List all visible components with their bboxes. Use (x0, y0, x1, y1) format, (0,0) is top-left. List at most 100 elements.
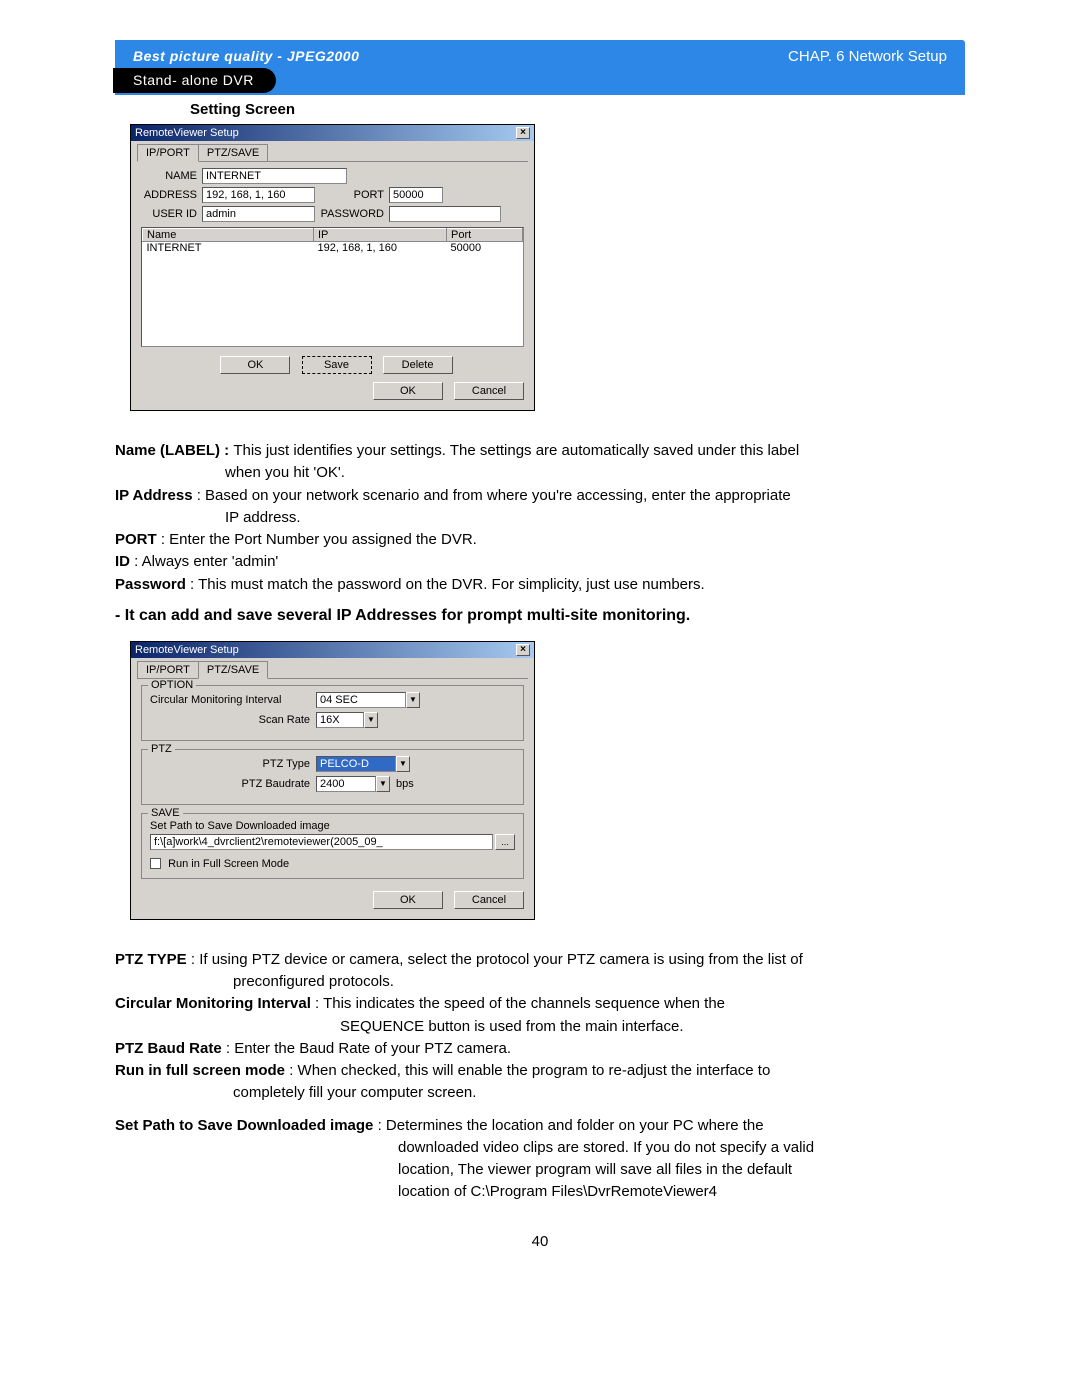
tab-ptzsave[interactable]: PTZ/SAVE (198, 144, 268, 161)
cell-port: 50000 (447, 242, 523, 255)
page-number: 40 (115, 1233, 965, 1250)
desc-id-bold: ID (115, 553, 130, 570)
dialog2-title: RemoteViewer Setup (135, 644, 239, 656)
remote-viewer-setup-dialog-1: RemoteViewer Setup × IP/PORT PTZ/SAVE NA… (130, 124, 535, 411)
label-port: PORT (320, 189, 384, 201)
circular-select[interactable]: 04 SEC ▼ (316, 692, 420, 708)
save-legend: SAVE (148, 807, 183, 819)
bps-label: bps (396, 778, 414, 790)
password-input[interactable] (389, 206, 501, 222)
scan-label: Scan Rate (150, 714, 310, 726)
desc-ip-text: : Based on your network scenario and fro… (193, 487, 791, 504)
desc-name-cont: when you hit 'OK'. (115, 463, 965, 483)
ptz-fieldset: PTZ PTZ Type PELCO-D ▼ PTZ Baudrate 2400… (141, 749, 524, 805)
desc-name-text: This just identifies your settings. The … (233, 442, 799, 459)
dialog1-titlebar: RemoteViewer Setup × (131, 125, 534, 141)
connections-list[interactable]: Name IP Port INTERNET 192, 168, 1, 160 5… (141, 227, 524, 347)
tab-ptzsave[interactable]: PTZ/SAVE (198, 661, 268, 679)
label-name: NAME (137, 170, 197, 182)
d2-circ-cont: SEQUENCE button is used from the main in… (115, 1017, 965, 1037)
desc-pw-bold: Password (115, 576, 186, 593)
d2-full-cont: completely fill your computer screen. (115, 1083, 965, 1103)
delete-button[interactable]: Delete (383, 356, 453, 374)
option-fieldset: OPTION Circular Monitoring Interval 04 S… (141, 685, 524, 741)
d2-path-cont1: downloaded video clips are stored. If yo… (115, 1138, 965, 1158)
d2-path-text: : Determines the location and folder on … (373, 1117, 763, 1134)
desc-ip-cont: IP address. (115, 508, 965, 528)
col-ip: IP (314, 229, 447, 242)
dialog1-title: RemoteViewer Setup (135, 127, 239, 139)
cell-ip: 192, 168, 1, 160 (314, 242, 447, 255)
fullscreen-checkbox[interactable] (150, 858, 161, 869)
desc-ip-bold: IP Address (115, 487, 193, 504)
save-path-label: Set Path to Save Downloaded image (150, 820, 515, 832)
d2-full-text: : When checked, this will enable the pro… (285, 1062, 770, 1079)
desc-pw-text: : This must match the password on the DV… (186, 576, 705, 593)
d2-baud-bold: PTZ Baud Rate (115, 1040, 222, 1057)
col-port: Port (447, 229, 523, 242)
descriptions-block-2: PTZ TYPE : If using PTZ device or camera… (115, 950, 965, 1203)
browse-button[interactable]: ... (495, 834, 515, 850)
table-row[interactable]: INTERNET 192, 168, 1, 160 50000 (143, 242, 523, 255)
fullscreen-label: Run in Full Screen Mode (168, 858, 289, 870)
circular-value: 04 SEC (316, 692, 406, 708)
cancel-button[interactable]: Cancel (454, 382, 524, 400)
dialog1-tabs: IP/PORT PTZ/SAVE (137, 143, 528, 162)
tab-ipport[interactable]: IP/PORT (137, 661, 199, 678)
d2-circ-text: : This indicates the speed of the channe… (311, 995, 725, 1012)
chevron-down-icon[interactable]: ▼ (396, 756, 410, 772)
save-button[interactable]: Save (302, 356, 372, 374)
chevron-down-icon[interactable]: ▼ (406, 692, 420, 708)
descriptions-block-1: Name (LABEL) : This just identifies your… (115, 441, 965, 595)
header-chapter: CHAP. 6 Network Setup (788, 48, 947, 65)
scan-select[interactable]: 16X ▼ (316, 712, 378, 728)
header-quality: Best picture quality - JPEG2000 (133, 48, 359, 64)
label-userid: USER ID (137, 208, 197, 220)
d2-path-cont2: location, The viewer program will save a… (115, 1160, 965, 1180)
port-input[interactable]: 50000 (389, 187, 443, 203)
address-input[interactable]: 192, 168, 1, 160 (202, 187, 315, 203)
label-address: ADDRESS (137, 189, 197, 201)
chevron-down-icon[interactable]: ▼ (364, 712, 378, 728)
ptztype-select[interactable]: PELCO-D ▼ (316, 756, 410, 772)
ptz-legend: PTZ (148, 743, 175, 755)
d2-baud-text: : Enter the Baud Rate of your PTZ camera… (222, 1040, 511, 1057)
dialog2-titlebar: RemoteViewer Setup × (131, 642, 534, 658)
bold-highlight-line: - It can add and save several IP Address… (115, 607, 965, 625)
dialog2-tabs: IP/PORT PTZ/SAVE (137, 660, 528, 679)
cancel-button[interactable]: Cancel (454, 891, 524, 909)
d2-circ-bold: Circular Monitoring Interval (115, 995, 311, 1012)
ok-button[interactable]: OK (220, 356, 290, 374)
d2-full-bold: Run in full screen mode (115, 1062, 285, 1079)
label-password: PASSWORD (320, 208, 384, 220)
dialog-ok-button[interactable]: OK (373, 382, 443, 400)
userid-input[interactable]: admin (202, 206, 315, 222)
d2-path-bold: Set Path to Save Downloaded image (115, 1117, 373, 1134)
ptzbaud-value: 2400 (316, 776, 376, 792)
close-icon[interactable]: × (516, 127, 530, 139)
ptzbaud-select[interactable]: 2400 ▼ (316, 776, 390, 792)
section-title: Setting Screen (190, 101, 965, 118)
close-icon[interactable]: × (516, 644, 530, 656)
chevron-down-icon[interactable]: ▼ (376, 776, 390, 792)
cell-name: INTERNET (143, 242, 314, 255)
save-fieldset: SAVE Set Path to Save Downloaded image f… (141, 813, 524, 879)
desc-port-bold: PORT (115, 531, 157, 548)
save-path-input[interactable]: f:\[a]work\4_dvrclient2\remoteviewer(200… (150, 834, 493, 850)
name-input[interactable]: INTERNET (202, 168, 347, 184)
ptztype-label: PTZ Type (150, 758, 310, 770)
d2-path-cont3: location of C:\Program Files\DvrRemoteVi… (115, 1182, 965, 1202)
d2-ptztype-bold: PTZ TYPE (115, 951, 187, 968)
page-header: Best picture quality - JPEG2000 Stand- a… (115, 40, 965, 95)
header-subtitle: Stand- alone DVR (113, 68, 276, 93)
circular-label: Circular Monitoring Interval (150, 694, 310, 706)
tab-ipport[interactable]: IP/PORT (137, 144, 199, 162)
scan-value: 16X (316, 712, 364, 728)
dialog-ok-button[interactable]: OK (373, 891, 443, 909)
option-legend: OPTION (148, 679, 196, 691)
d2-ptztype-cont: preconfigured protocols. (115, 972, 965, 992)
col-name: Name (143, 229, 314, 242)
desc-port-text: : Enter the Port Number you assigned the… (157, 531, 477, 548)
remote-viewer-setup-dialog-2: RemoteViewer Setup × IP/PORT PTZ/SAVE OP… (130, 641, 535, 920)
desc-name-bold: Name (LABEL) : (115, 442, 233, 459)
